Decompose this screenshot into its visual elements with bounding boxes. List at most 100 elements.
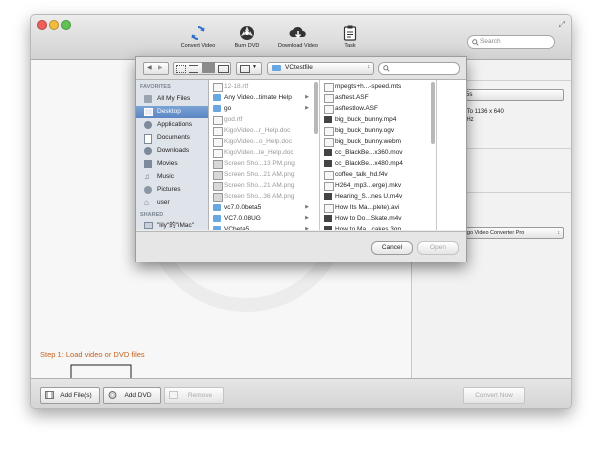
folder-icon: [213, 226, 221, 230]
file-row[interactable]: H264_mp3...erge).mkv: [320, 180, 430, 191]
remove-label: Remove: [187, 392, 213, 399]
minimize-window-button[interactable]: [49, 20, 59, 30]
fullscreen-icon[interactable]: ⤢: [559, 20, 565, 30]
back-arrow-icon[interactable]: ◀: [147, 64, 152, 71]
file-row[interactable]: big_buck_bunny.ogv: [320, 125, 430, 136]
browser-column-2[interactable]: mpegts+h...-speed.mts asftest.ASF asftestl…: [320, 80, 437, 230]
sidebar-item-documents[interactable]: Documents: [136, 132, 208, 144]
file-row[interactable]: How to Do...Skate.m4v: [320, 213, 430, 224]
download-video-button[interactable]: Download Video: [268, 25, 328, 49]
sidebar-item-desktop[interactable]: Desktop: [136, 106, 208, 118]
folder-row[interactable]: VC7.0.08UG ▶: [209, 213, 313, 224]
back-forward-control[interactable]: ◀ ▶: [143, 62, 169, 75]
file-row[interactable]: Hearing_S...nes U.m4v: [320, 191, 430, 202]
document-icon: [324, 83, 334, 92]
file-row[interactable]: KigoVideo...r_Help.doc: [209, 125, 313, 136]
file-row[interactable]: How Its Ma...plete).avi: [320, 202, 430, 213]
sidebar-item-downloads[interactable]: Downloads: [136, 145, 208, 157]
sidebar-item-movies[interactable]: Movies: [136, 158, 208, 170]
browser-column-3[interactable]: [437, 80, 466, 230]
row-label: coffee_talk_hd.f4v: [335, 171, 388, 178]
row-label: KigoVideo...o_Help.doc: [224, 138, 292, 145]
file-row[interactable]: cc_BlackBe...x360.mov: [320, 147, 430, 158]
file-row[interactable]: asftest.ASF: [320, 92, 430, 103]
convert-now-label: Convert Now: [475, 392, 513, 399]
list-view-icon[interactable]: [189, 65, 198, 73]
search-field[interactable]: Search: [467, 35, 555, 49]
remove-icon: [169, 391, 178, 399]
row-label: asftest.ASF: [335, 94, 369, 101]
folder-row[interactable]: vc7.0.0beta5 ▶: [209, 202, 313, 213]
applications-icon: [144, 121, 152, 129]
file-row[interactable]: How to Ma...cakes.3gp: [320, 224, 430, 230]
sidebar-item-label: Music: [157, 173, 174, 180]
icon-view-icon[interactable]: [176, 65, 186, 73]
folder-icon: [213, 215, 221, 222]
sidebar-item-all-my-files[interactable]: All My Files: [136, 93, 208, 105]
chevron-updown-icon: ↕: [557, 230, 561, 236]
file-row[interactable]: big_buck_bunny.mp4: [320, 114, 430, 125]
coverflow-view-icon[interactable]: [218, 65, 229, 73]
file-row[interactable]: Screen Sho...21 AM.png: [209, 180, 313, 191]
sidebar-item-pictures[interactable]: Pictures: [136, 184, 208, 196]
app-select-label: Kigo Video Converter Pro: [462, 230, 525, 236]
sidebar-item-label: Pictures: [157, 186, 181, 193]
download-video-label: Download Video: [278, 43, 318, 49]
step-instruction: Step 1: Load video or DVD files: [40, 350, 145, 359]
file-row[interactable]: cc_BlackBe...x480.mp4: [320, 158, 430, 169]
row-label: cc_BlackBe...x360.mov: [335, 149, 403, 156]
scrollbar[interactable]: [314, 82, 318, 134]
cancel-button[interactable]: Cancel: [371, 241, 413, 255]
video-thumbnail-icon: [324, 193, 332, 200]
path-popup[interactable]: VCtestfile ↕: [267, 62, 374, 75]
sidebar-item-label: Documents: [157, 134, 190, 141]
folder-row[interactable]: Any Video...timate Help ▶: [209, 92, 313, 103]
close-window-button[interactable]: [37, 20, 47, 30]
file-row[interactable]: Screen Sho...13 PM.png: [209, 158, 313, 169]
file-row[interactable]: KigoVideo...o_Help.doc: [209, 136, 313, 147]
file-row[interactable]: Screen Sho...21 AM.png: [209, 169, 313, 180]
sidebar-item-applications[interactable]: Applications: [136, 119, 208, 131]
sidebar-item-music[interactable]: ♫ Music: [136, 171, 208, 183]
image-file-icon: [213, 193, 223, 202]
browser-column-1[interactable]: 12-18.rtf Any Video...timate Help ▶ go ▶ god.…: [209, 80, 320, 230]
file-row[interactable]: coffee_talk_hd.f4v: [320, 169, 430, 180]
add-files-button[interactable]: Add File(s): [40, 387, 100, 404]
file-row[interactable]: god.rtf: [209, 114, 313, 125]
forward-arrow-icon[interactable]: ▶: [158, 64, 163, 71]
row-label: How to Ma...cakes.3gp: [335, 226, 402, 230]
file-row[interactable]: Screen Sho...36 AM.png: [209, 191, 313, 202]
chevron-updown-icon: ↕: [367, 64, 371, 70]
video-thumbnail-icon: [324, 160, 332, 167]
view-mode-control[interactable]: [173, 62, 231, 75]
file-row[interactable]: 12-18.rtf: [209, 81, 313, 92]
sidebar-item-user[interactable]: ⌂ user: [136, 197, 208, 209]
downloads-icon: [144, 147, 152, 155]
arrange-menu[interactable]: ▼: [236, 62, 262, 75]
search-icon: [472, 38, 479, 46]
folder-row[interactable]: VCbeta5 ▶: [209, 224, 313, 230]
add-dvd-button[interactable]: Add DVD: [103, 387, 161, 404]
remove-button[interactable]: Remove: [164, 387, 224, 404]
row-label: god.rtf: [224, 116, 243, 123]
convert-now-button[interactable]: Convert Now: [463, 387, 525, 404]
file-row[interactable]: KigoVideo...te_Help.doc: [209, 147, 313, 158]
document-icon: [213, 149, 223, 158]
folder-row[interactable]: go ▶: [209, 103, 313, 114]
open-button[interactable]: Open: [417, 241, 459, 255]
row-label: Any Video...timate Help: [224, 94, 292, 101]
disc-icon: [240, 26, 254, 40]
task-button[interactable]: Task: [320, 25, 380, 49]
file-row[interactable]: mpegts+h...-speed.mts: [320, 81, 430, 92]
column-view-icon[interactable]: [202, 62, 215, 73]
image-file-icon: [213, 171, 223, 180]
row-label: big_buck_bunny.webm: [335, 138, 402, 145]
desktop-icon: [144, 108, 153, 116]
row-label: Screen Sho...21 AM.png: [224, 171, 295, 178]
dialog-search-field[interactable]: [378, 62, 460, 75]
zoom-window-button[interactable]: [61, 20, 71, 30]
file-row[interactable]: big_buck_bunny.webm: [320, 136, 430, 147]
document-icon: [213, 116, 223, 125]
file-row[interactable]: asftestlow.ASF: [320, 103, 430, 114]
scrollbar[interactable]: [431, 82, 435, 144]
